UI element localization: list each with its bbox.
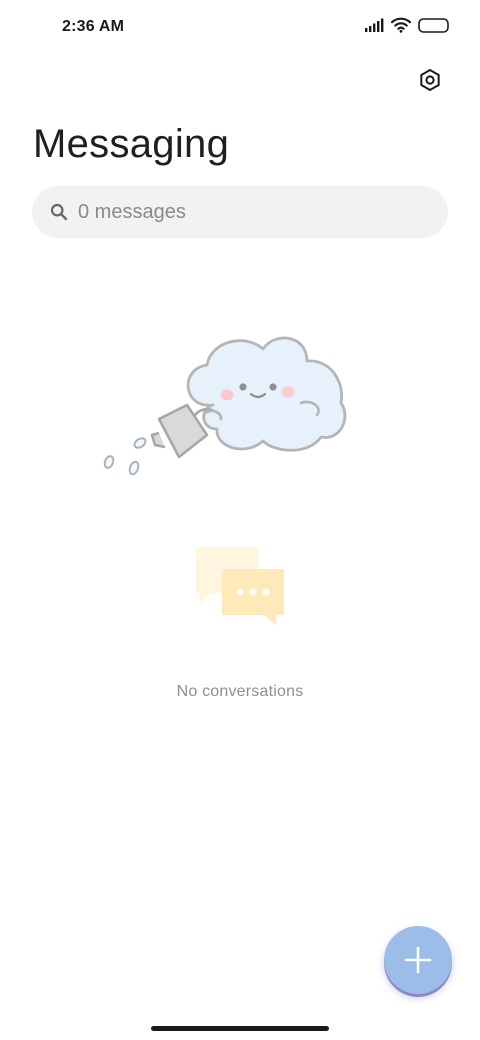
cloud-watering-illustration (103, 336, 347, 476)
new-conversation-button[interactable] (384, 926, 452, 994)
plus-icon (404, 946, 432, 974)
signal-icon (365, 18, 384, 32)
wifi-icon (391, 17, 411, 33)
page-title: Messaging (33, 122, 230, 166)
search-bar[interactable] (32, 186, 448, 238)
gear-icon (420, 69, 440, 91)
settings-button[interactable] (412, 62, 448, 98)
empty-state-message: No conversations (176, 683, 304, 700)
battery-icon (418, 17, 449, 33)
status-bar: 2:36 AM (0, 0, 480, 56)
search-icon (50, 203, 68, 221)
status-time: 2:36 AM (62, 18, 125, 35)
search-input[interactable] (78, 200, 398, 224)
status-icons (364, 17, 450, 33)
home-indicator[interactable] (151, 1026, 329, 1031)
chat-bubbles-icon (196, 547, 284, 625)
